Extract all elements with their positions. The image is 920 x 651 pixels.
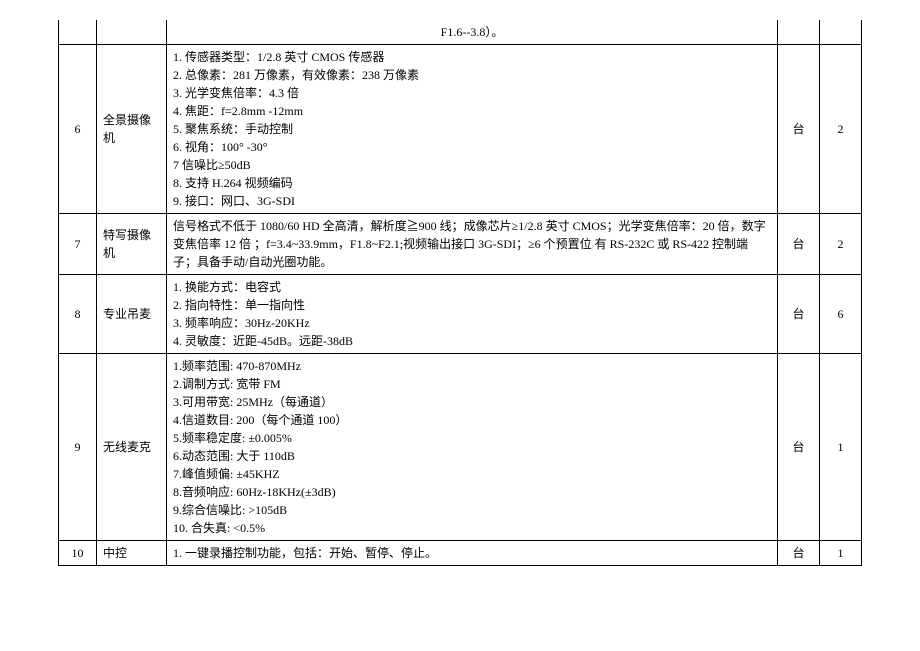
item-qty: [820, 20, 862, 45]
item-name: 无线麦克: [97, 354, 167, 541]
item-spec: F1.6--3.8）。: [167, 20, 778, 45]
document-page: F1.6--3.8）。6全景摄像机1. 传感器类型：1/2.8 英寸 CMOS …: [0, 0, 920, 566]
spec-line: 2.调制方式: 宽带 FM: [173, 375, 771, 393]
spec-line: 6. 视角：100° -30°: [173, 138, 771, 156]
table-row: 10中控 1. 一键录播控制功能，包括：开始、暂停、停止。台1: [59, 541, 862, 566]
item-qty: 1: [820, 541, 862, 566]
table-row: 6全景摄像机1. 传感器类型：1/2.8 英寸 CMOS 传感器2. 总像素：2…: [59, 45, 862, 214]
item-spec: 1. 换能方式：电容式2. 指向特性：单一指向性3. 频率响应：30Hz-20K…: [167, 275, 778, 354]
item-spec: 1. 传感器类型：1/2.8 英寸 CMOS 传感器2. 总像素：281 万像素…: [167, 45, 778, 214]
row-number: 6: [59, 45, 97, 214]
table-row: 9无线麦克1.频率范围: 470-870MHz2.调制方式: 宽带 FM3.可用…: [59, 354, 862, 541]
row-number: 8: [59, 275, 97, 354]
table-row: 7特写摄像机信号格式不低于 1080/60 HD 全高清，解析度≧900 线；成…: [59, 214, 862, 275]
spec-line: 1. 换能方式：电容式: [173, 278, 771, 296]
item-spec: 1. 一键录播控制功能，包括：开始、暂停、停止。: [167, 541, 778, 566]
item-unit: 台: [778, 541, 820, 566]
spec-line: 信号格式不低于 1080/60 HD 全高清，解析度≧900 线；成像芯片≥1/…: [173, 217, 771, 271]
item-spec: 信号格式不低于 1080/60 HD 全高清，解析度≧900 线；成像芯片≥1/…: [167, 214, 778, 275]
spec-line: 4. 灵敏度：近距-45dB。远距-38dB: [173, 332, 771, 350]
spec-line: 8.音频响应: 60Hz-18KHz(±3dB): [173, 483, 771, 501]
item-qty: 6: [820, 275, 862, 354]
spec-line: 7.峰值频偏: ±45KHZ: [173, 465, 771, 483]
spec-line: 1. 一键录播控制功能，包括：开始、暂停、停止。: [173, 544, 771, 562]
spec-line: 3.可用带宽: 25MHz（每通道）: [173, 393, 771, 411]
item-unit: 台: [778, 45, 820, 214]
item-qty: 2: [820, 45, 862, 214]
spec-line: 1.频率范围: 470-870MHz: [173, 357, 771, 375]
row-number: 7: [59, 214, 97, 275]
spec-line: 10. 合失真: <0.5%: [173, 519, 771, 537]
table-row: F1.6--3.8）。: [59, 20, 862, 45]
spec-table: F1.6--3.8）。6全景摄像机1. 传感器类型：1/2.8 英寸 CMOS …: [58, 20, 862, 566]
spec-line: F1.6--3.8）。: [173, 23, 771, 41]
item-unit: 台: [778, 275, 820, 354]
item-spec: 1.频率范围: 470-870MHz2.调制方式: 宽带 FM3.可用带宽: 2…: [167, 354, 778, 541]
spec-line: 5. 聚焦系统：手动控制: [173, 120, 771, 138]
spec-line: 7 信噪比≥50dB: [173, 156, 771, 174]
spec-line: 3. 频率响应：30Hz-20KHz: [173, 314, 771, 332]
item-name: [97, 20, 167, 45]
spec-line: 6.动态范围: 大于 110dB: [173, 447, 771, 465]
item-unit: 台: [778, 354, 820, 541]
item-unit: [778, 20, 820, 45]
item-name: 中控: [97, 541, 167, 566]
item-qty: 1: [820, 354, 862, 541]
item-qty: 2: [820, 214, 862, 275]
spec-line: 8. 支持 H.264 视频编码: [173, 174, 771, 192]
item-name: 全景摄像机: [97, 45, 167, 214]
item-name: 特写摄像机: [97, 214, 167, 275]
spec-line: 4. 焦距：f=2.8mm -12mm: [173, 102, 771, 120]
row-number: 9: [59, 354, 97, 541]
item-name: 专业吊麦: [97, 275, 167, 354]
spec-line: 1. 传感器类型：1/2.8 英寸 CMOS 传感器: [173, 48, 771, 66]
spec-line: 9.综合信噪比: >105dB: [173, 501, 771, 519]
row-number: 10: [59, 541, 97, 566]
spec-line: 4.信道数目: 200（每个通道 100）: [173, 411, 771, 429]
spec-line: 9. 接口：网口、3G-SDI: [173, 192, 771, 210]
item-unit: 台: [778, 214, 820, 275]
table-row: 8专业吊麦1. 换能方式：电容式2. 指向特性：单一指向性3. 频率响应：30H…: [59, 275, 862, 354]
spec-line: 2. 指向特性：单一指向性: [173, 296, 771, 314]
row-number: [59, 20, 97, 45]
spec-line: 2. 总像素：281 万像素，有效像素：238 万像素: [173, 66, 771, 84]
spec-line: 5.频率稳定度: ±0.005%: [173, 429, 771, 447]
spec-line: 3. 光学变焦倍率：4.3 倍: [173, 84, 771, 102]
